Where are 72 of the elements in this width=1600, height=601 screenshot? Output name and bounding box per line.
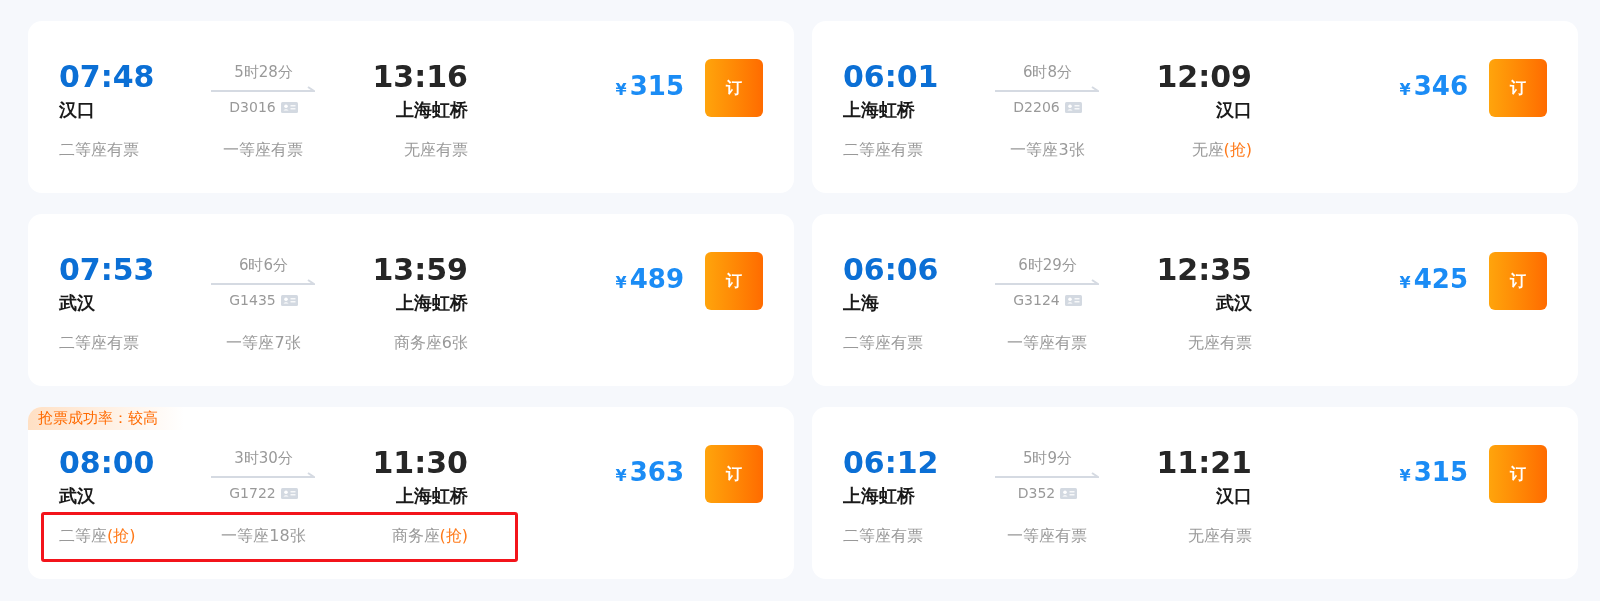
departure-time: 07:53 [59, 252, 155, 288]
book-button[interactable]: 订 [1489, 445, 1547, 503]
departure-station: 上海 [843, 291, 879, 315]
book-button[interactable]: 订 [1489, 252, 1547, 310]
id-card-icon [1060, 487, 1078, 499]
duration: 6时8分 [1022, 62, 1073, 82]
seat-availability: 二等座(抢) [59, 525, 136, 547]
departure-station: 武汉 [59, 291, 95, 315]
seat-availability: 无座有票 [404, 139, 468, 161]
duration: 5时28分 [234, 62, 293, 82]
seat-availability: 一等座3张 [1010, 139, 1085, 161]
arrival-time: 13:16 [372, 59, 468, 95]
arrival-station: 汉口 [1216, 98, 1252, 122]
arrival-station: 上海虹桥 [396, 484, 468, 508]
price: ¥425 [1399, 263, 1468, 296]
departure-time: 08:00 [59, 445, 155, 481]
seat-availability: 无座有票 [1188, 332, 1252, 354]
arrival-time: 13:59 [372, 252, 468, 288]
arrival-station: 上海虹桥 [396, 291, 468, 315]
train-number: D3016 [229, 98, 276, 117]
id-card-icon [280, 487, 298, 499]
departure-time: 06:01 [843, 59, 939, 95]
departure-station: 上海虹桥 [843, 484, 915, 508]
arrival-time: 12:09 [1156, 59, 1252, 95]
departure-station: 汉口 [59, 98, 95, 122]
seat-availability: 二等座有票 [843, 332, 923, 354]
seat-availability: 二等座有票 [59, 139, 139, 161]
arrival-station: 上海虹桥 [396, 98, 468, 122]
id-card-icon [280, 101, 298, 113]
price: ¥315 [1399, 456, 1468, 489]
id-card-icon [280, 294, 298, 306]
train-number: D352 [1017, 484, 1056, 503]
seat-availability: 一等座有票 [1007, 332, 1088, 354]
seat-availability: 商务座(抢) [391, 525, 468, 547]
seat-availability: 无座有票 [1188, 525, 1252, 547]
departure-station: 武汉 [59, 484, 95, 508]
arrival-time: 11:30 [372, 445, 468, 481]
departure-time: 07:48 [59, 59, 155, 95]
duration: 5时9分 [1022, 448, 1073, 468]
book-button[interactable]: 订 [705, 59, 763, 117]
seat-availability: 一等座有票 [223, 139, 304, 161]
train-number: G1435 [229, 291, 276, 310]
id-card-icon [1064, 294, 1082, 306]
seat-availability: 二等座有票 [59, 332, 139, 354]
book-button[interactable]: 订 [1489, 59, 1547, 117]
seat-availability: 无座(抢) [1191, 139, 1252, 161]
departure-time: 06:12 [843, 445, 939, 481]
departure-time: 06:06 [843, 252, 939, 288]
book-button[interactable]: 订 [705, 252, 763, 310]
duration: 3时30分 [234, 448, 293, 468]
seat-availability: 二等座有票 [843, 139, 923, 161]
price: ¥489 [615, 263, 684, 296]
departure-station: 上海虹桥 [843, 98, 915, 122]
arrival-time: 12:35 [1156, 252, 1252, 288]
train-number: G1722 [229, 484, 276, 503]
train-number: D2206 [1013, 98, 1060, 117]
arrival-time: 11:21 [1156, 445, 1252, 481]
seat-availability: 一等座有票 [1007, 525, 1088, 547]
train-number: G3124 [1013, 291, 1060, 310]
duration: 6时29分 [1018, 255, 1077, 275]
arrival-station: 汉口 [1216, 484, 1252, 508]
price: ¥315 [615, 70, 684, 103]
price: ¥363 [615, 456, 684, 489]
seat-availability: 商务座6张 [393, 332, 468, 354]
seat-availability: 一等座7张 [226, 332, 301, 354]
price: ¥346 [1399, 70, 1468, 103]
duration: 6时6分 [238, 255, 289, 275]
arrival-station: 武汉 [1216, 291, 1252, 315]
seat-availability: 一等座18张 [221, 525, 306, 547]
book-button[interactable]: 订 [705, 445, 763, 503]
id-card-icon [1064, 101, 1082, 113]
seat-availability: 二等座有票 [843, 525, 923, 547]
